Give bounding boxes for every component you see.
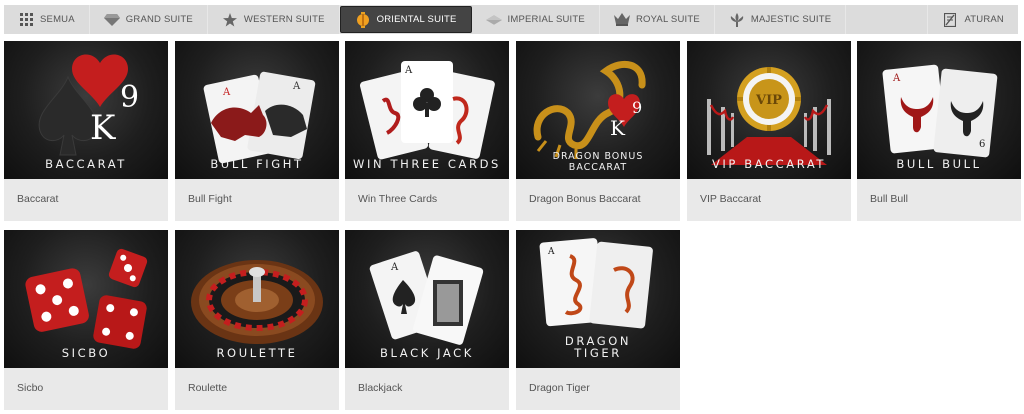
game-name: Dragon Bonus Baccarat: [529, 193, 641, 205]
game-thumbnail: A BLACK JACK: [345, 230, 509, 368]
tab-majestic-suite[interactable]: MAJESTIC SUITE: [715, 5, 847, 34]
tab-label: MAJESTIC SUITE: [750, 14, 832, 25]
thumbnail-title: BLACK JACK: [380, 346, 474, 360]
tab-western-suite[interactable]: WESTERN SUITE: [208, 5, 340, 34]
thumbnail-title: BULL BULL: [896, 157, 982, 171]
game-card-dragon-bonus-baccarat[interactable]: K 9 DRAGON BONUS BACCARAT Dragon Bonus B…: [516, 41, 680, 221]
star-icon: [222, 12, 238, 27]
game-name: Roulette: [188, 382, 228, 394]
card-a-black: A: [404, 65, 413, 76]
game-thumbnail: K 9 BACCARAT: [4, 41, 168, 179]
game-thumbnail: A A BULL FIGHT: [175, 41, 339, 179]
crown-icon: [613, 13, 630, 27]
game-name: Baccarat: [17, 193, 59, 205]
thumbnail-title-line: DRAGON BONUS: [552, 151, 644, 162]
tab-label: ROYAL SUITE: [635, 14, 700, 25]
rules-doc-icon: [942, 12, 958, 27]
card-a-red: A: [892, 73, 901, 84]
gem-icon: [485, 13, 502, 27]
card-a-red: A: [222, 87, 231, 98]
tab-label: ORIENTAL SUITE: [376, 14, 457, 25]
k-glyph: K: [90, 108, 116, 148]
card-a-black: A: [292, 81, 301, 92]
thumbnail-title: BACCARAT: [45, 157, 127, 171]
game-name: Dragon Tiger: [529, 382, 590, 394]
game-thumbnail: ROULETTE: [175, 230, 339, 368]
game-card-sicbo[interactable]: SICBO Sicbo: [4, 230, 168, 410]
tab-grand-suite[interactable]: GRAND SUITE: [90, 5, 208, 34]
game-thumbnail: K 9 DRAGON BONUS BACCARAT: [516, 41, 680, 179]
game-card-bull-fight[interactable]: A A BULL FIGHT Bull Fight: [175, 41, 339, 221]
game-card-baccarat[interactable]: K 9 BACCARAT Baccarat: [4, 41, 168, 221]
suite-tab-bar: SEMUA GRAND SUITE WESTERN SUITE ORIENTAL…: [4, 5, 1018, 34]
game-name: Bull Bull: [870, 193, 908, 205]
lantern-icon: [355, 11, 371, 28]
game-name: Sicbo: [17, 382, 44, 394]
k-glyph: K: [610, 116, 626, 140]
game-name: Win Three Cards: [358, 193, 438, 205]
game-name: VIP Baccarat: [700, 193, 762, 205]
card-a-black: A: [547, 247, 555, 257]
thumbnail-title-line: TIGER: [574, 346, 622, 360]
game-thumbnail: SICBO: [4, 230, 168, 368]
rules-button[interactable]: ATURAN: [927, 5, 1018, 34]
nine-glyph: 9: [120, 80, 139, 115]
tab-label: IMPERIAL SUITE: [507, 14, 585, 25]
thumbnail-title: DRAGON TIGER: [516, 335, 680, 359]
rules-label: ATURAN: [964, 14, 1004, 25]
game-thumbnail: VIP VIP BACCARAT: [687, 41, 851, 179]
tab-imperial-suite[interactable]: IMPERIAL SUITE: [472, 5, 600, 34]
game-name: Bull Fight: [188, 193, 232, 205]
game-thumbnail: A 6 BULL BULL: [857, 41, 1021, 179]
card-a-black: A: [390, 262, 399, 273]
thumbnail-title: ROULETTE: [216, 346, 298, 360]
tab-royal-suite[interactable]: ROYAL SUITE: [600, 5, 715, 34]
thumbnail-title: WIN THREE CARDS: [353, 157, 501, 171]
nine-glyph: 9: [632, 98, 642, 117]
game-card-black-jack[interactable]: A BLACK JACK Blackjack: [345, 230, 509, 410]
diamond-icon: [103, 13, 120, 27]
game-card-vip-baccarat[interactable]: VIP VIP BACCARAT VIP Baccarat: [687, 41, 851, 221]
tab-label: SEMUA: [40, 14, 75, 25]
thumbnail-title: VIP BACCARAT: [711, 157, 827, 171]
tab-label: GRAND SUITE: [125, 14, 193, 25]
game-name: Blackjack: [358, 382, 403, 394]
game-card-dragon-tiger[interactable]: A DRAGON TIGER Dragon Tiger: [516, 230, 680, 410]
tab-label: WESTERN SUITE: [243, 14, 325, 25]
game-thumbnail: A WIN THREE CARDS: [345, 41, 509, 179]
tab-spacer: [846, 5, 927, 34]
thumbnail-title: DRAGON BONUS BACCARAT: [516, 151, 680, 173]
grid-icon: [18, 13, 34, 27]
game-card-roulette[interactable]: ROULETTE Roulette: [175, 230, 339, 410]
fleur-icon: [729, 12, 745, 27]
tab-oriental-suite[interactable]: ORIENTAL SUITE: [339, 6, 472, 33]
game-card-bull-bull[interactable]: A 6 BULL BULL Bull Bull: [857, 41, 1021, 221]
thumbnail-title: SICBO: [61, 346, 111, 360]
game-card-win-three-cards[interactable]: A WIN THREE CARDS Win Three Cards: [345, 41, 509, 221]
game-thumbnail: A DRAGON TIGER: [516, 230, 680, 368]
thumbnail-title: BULL FIGHT: [210, 157, 304, 171]
tab-semua[interactable]: SEMUA: [4, 5, 90, 34]
thumbnail-title-line: BACCARAT: [568, 162, 628, 173]
vip-chip-text: VIP: [755, 93, 782, 108]
card-six: 6: [979, 139, 985, 150]
